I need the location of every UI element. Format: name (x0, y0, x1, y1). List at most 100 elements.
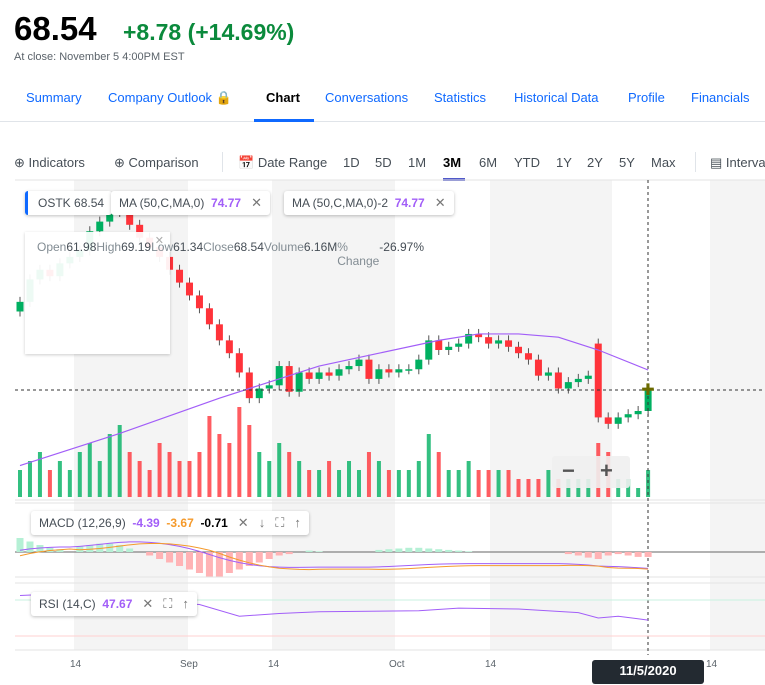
ma-legend[interactable]: MA (50,C,MA,0) 74.77 ✕ (111, 191, 270, 215)
tab-statistics[interactable]: Statistics (434, 90, 486, 105)
expand-icon[interactable]: ⛶ (275, 515, 284, 530)
tab-conversations[interactable]: Conversations (325, 90, 408, 105)
candle (544, 372, 552, 376)
macd-hist-bar (455, 550, 463, 552)
volume-bar (297, 461, 302, 497)
close-icon[interactable]: ✕ (142, 596, 153, 611)
macd-hist-bar (584, 552, 592, 558)
volume-bar (97, 461, 102, 497)
tab-financials[interactable]: Financials (691, 90, 750, 105)
tab-label: Company Outlook (108, 90, 213, 105)
arrow-up-icon[interactable]: ↑ (294, 515, 301, 530)
candle (295, 372, 303, 392)
close-icon[interactable]: ✕ (435, 195, 446, 210)
close-icon[interactable]: ✕ (251, 195, 262, 210)
candle (455, 343, 463, 347)
zoom-in-button[interactable]: + (600, 458, 613, 484)
range-max[interactable]: Max (651, 155, 676, 170)
candle (16, 301, 24, 312)
macd-hist-bar (225, 552, 233, 573)
tooltip-row: Open 61.98 (37, 240, 96, 258)
volume-bar (197, 452, 202, 497)
tooltip-row: Volume 6.16M (264, 240, 337, 258)
candle (505, 340, 513, 347)
macd-hist-bar (594, 552, 602, 559)
volume-bar (416, 461, 421, 497)
close-icon[interactable]: ✕ (155, 234, 164, 247)
tab-historical-data[interactable]: Historical Data (514, 90, 599, 105)
volume-bar (406, 470, 411, 497)
ma2-legend[interactable]: MA (50,C,MA,0)-2 74.77 ✕ (284, 191, 454, 215)
date-range-button[interactable]: 📅 Date Range (238, 155, 327, 171)
range-5d[interactable]: 5D (375, 155, 392, 170)
symbol-legend[interactable]: OSTK 68.54 (25, 191, 113, 215)
candle (574, 378, 582, 383)
macd-hist-bar (385, 549, 393, 552)
volume-bar (436, 452, 441, 497)
close-icon[interactable]: ✕ (238, 515, 249, 530)
macd-hist-bar (624, 552, 632, 556)
volume-bar (426, 434, 431, 497)
macd-hist-bar (375, 549, 383, 552)
candle (435, 340, 443, 351)
tab-company-outlook[interactable]: Company Outlook 🔒 (108, 90, 232, 106)
tab-summary[interactable]: Summary (26, 90, 82, 105)
range-1m[interactable]: 1M (408, 155, 426, 170)
volume-bar (247, 425, 252, 497)
macd-hist-bar (166, 552, 174, 563)
range-2y[interactable]: 2Y (587, 155, 603, 170)
candle (385, 369, 393, 373)
macd-legend[interactable]: MACD (12,26,9) -4.39 -3.67 -0.71 ✕ ↓ ⛶ ↑ (31, 511, 309, 535)
symbol-value: 68.54 (74, 196, 105, 210)
arrow-down-icon[interactable]: ↓ (259, 515, 266, 530)
quote-change: +8.78 (+14.69%) (123, 19, 295, 45)
x-tick: 14 (70, 659, 82, 670)
interval-button[interactable]: ▤ Interval (710, 155, 765, 171)
zoom-out-button[interactable]: − (562, 458, 575, 484)
macd-hist-bar (126, 548, 134, 552)
range-3m[interactable]: 3M (443, 155, 461, 170)
volume-bar (27, 461, 32, 497)
volume-bar (47, 470, 52, 497)
rsi-legend[interactable]: RSI (14,C) 47.67 ✕ ⛶ ↑ (31, 592, 197, 616)
tooltip-value: 61.34 (173, 240, 204, 254)
candle (225, 340, 233, 354)
macd-value: -4.39 (132, 516, 160, 530)
candle (235, 353, 243, 373)
tooltip-value: 68.54 (233, 240, 264, 254)
volume-bar (337, 470, 342, 497)
ma-value: 74.77 (211, 196, 242, 210)
indicators-button[interactable]: ⊕ Indicators (14, 155, 85, 171)
range-1d[interactable]: 1D (343, 155, 360, 170)
candle (275, 366, 283, 386)
candle (325, 372, 333, 376)
volume-bar (307, 470, 312, 497)
range-ytd[interactable]: YTD (514, 155, 540, 170)
range-1y[interactable]: 1Y (556, 155, 572, 170)
macd-hist-bar (395, 548, 403, 552)
candle (604, 417, 612, 424)
macd-hist-bar (285, 552, 293, 555)
close-time: At close: November 5 4:00PM EST (14, 51, 185, 63)
range-6m[interactable]: 6M (479, 155, 497, 170)
volume-bar (267, 461, 272, 497)
expand-icon[interactable]: ⛶ (163, 596, 172, 611)
volume-bar (386, 470, 391, 497)
tooltip-label: Volume (263, 240, 304, 254)
macd-hist-bar (146, 552, 154, 556)
volume-bar (227, 443, 232, 497)
comparison-button[interactable]: ⊕ Comparison (114, 155, 199, 171)
candle (375, 369, 383, 379)
tooltip-value: 69.19 (121, 240, 152, 254)
candle (614, 417, 622, 424)
range-5y[interactable]: 5Y (619, 155, 635, 170)
tab-profile[interactable]: Profile (628, 90, 665, 105)
volume-bar (287, 452, 292, 497)
candle (365, 359, 373, 379)
candle (395, 369, 403, 373)
arrow-up-icon[interactable]: ↑ (182, 596, 189, 611)
ma2-value: 74.77 (394, 196, 425, 210)
tab-chart[interactable]: Chart (266, 90, 300, 105)
volume-bar (356, 470, 361, 497)
divider (222, 152, 223, 172)
